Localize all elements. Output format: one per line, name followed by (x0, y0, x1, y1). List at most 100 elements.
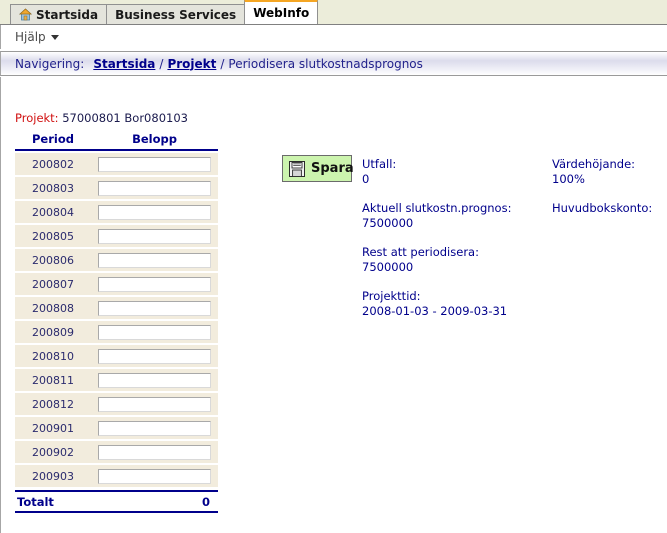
menu-item-hjalp[interactable]: Hjälp (15, 30, 59, 44)
table-row: 200802 (15, 153, 218, 175)
period-cell: 200808 (15, 297, 91, 319)
info-block: Huvudbokskonto: (552, 201, 667, 216)
period-cell: 200806 (15, 249, 91, 271)
belopp-cell (91, 345, 218, 367)
info-block: Värdehöjande: 100% (552, 157, 667, 187)
content-area: Projekt: 57000801 Bor080103 Period Belop… (0, 77, 667, 533)
info-key: Rest att periodisera: (362, 245, 479, 259)
chevron-down-icon (50, 34, 59, 40)
belopp-input[interactable] (98, 468, 211, 484)
belopp-cell (91, 225, 218, 247)
info-panel-left: Utfall: 0 Aktuell slutkostn.prognos: 750000… (362, 157, 542, 333)
tab-webinfo[interactable]: WebInfo (244, 0, 319, 24)
belopp-input[interactable] (98, 276, 211, 292)
period-cell: 200810 (15, 345, 91, 367)
belopp-cell (91, 153, 218, 175)
column-header-period: Period (32, 132, 74, 146)
belopp-input[interactable] (98, 348, 211, 364)
breadcrumb-separator: / (159, 56, 164, 71)
belopp-input[interactable] (98, 156, 211, 172)
belopp-input[interactable] (98, 252, 211, 268)
belopp-input[interactable] (98, 228, 211, 244)
menu-bar: Hjälp (0, 25, 667, 49)
table-header-row: Period Belopp (15, 132, 218, 151)
table-row: 200901 (15, 417, 218, 439)
tab-business-services[interactable]: Business Services (106, 4, 246, 24)
breadcrumb-current: Periodisera slutkostnadsprognos (228, 56, 423, 71)
column-header-belopp: Belopp (132, 132, 177, 146)
breadcrumb-separator: / (220, 56, 225, 71)
total-row: Totalt 0 (15, 490, 218, 513)
period-cell: 200811 (15, 369, 91, 391)
belopp-input[interactable] (98, 180, 211, 196)
tab-startsida[interactable]: Startsida (10, 4, 108, 24)
info-key: Projekttid: (362, 289, 421, 303)
table-row: 200903 (15, 465, 218, 487)
period-cell: 200902 (15, 441, 91, 463)
table-row: 200810 (15, 345, 218, 367)
table-row: 200804 (15, 201, 218, 223)
info-key: Huvudbokskonto: (552, 201, 653, 215)
belopp-cell (91, 465, 218, 487)
table-row: 200808 (15, 297, 218, 319)
period-cell: 200804 (15, 201, 91, 223)
belopp-input[interactable] (98, 324, 211, 340)
belopp-cell (91, 417, 218, 439)
info-block: Aktuell slutkostn.prognos: 7500000 (362, 201, 542, 231)
belopp-input[interactable] (98, 300, 211, 316)
info-value: 7500000 (362, 260, 414, 274)
period-cell: 200812 (15, 393, 91, 415)
belopp-cell (91, 369, 218, 391)
belopp-cell (91, 393, 218, 415)
table-row: 200812 (15, 393, 218, 415)
info-panel-right: Värdehöjande: 100% Huvudbokskonto: (552, 157, 667, 230)
period-cell: 200903 (15, 465, 91, 487)
info-value: 0 (362, 172, 370, 186)
total-label: Totalt (17, 494, 54, 509)
belopp-input[interactable] (98, 372, 211, 388)
belopp-input[interactable] (98, 444, 211, 460)
table-row: 200803 (15, 177, 218, 199)
period-cell: 200809 (15, 321, 91, 343)
period-cell: 200807 (15, 273, 91, 295)
table-row: 200806 (15, 249, 218, 271)
breadcrumb-label: Navigering: (15, 56, 85, 71)
info-key: Värdehöjande: (552, 157, 636, 171)
table-row: 200807 (15, 273, 218, 295)
project-info: Projekt: 57000801 Bor080103 (15, 111, 188, 125)
period-cell: 200901 (15, 417, 91, 439)
home-icon (19, 8, 32, 21)
info-block: Projekttid: 2008-01-03 - 2009-03-31 (362, 289, 542, 319)
menu-item-label: Hjälp (15, 30, 46, 44)
belopp-cell (91, 249, 218, 271)
belopp-cell (91, 297, 218, 319)
tab-label: Startsida (36, 7, 99, 22)
save-button[interactable]: Spara (282, 155, 354, 182)
total-value: 0 (201, 494, 210, 509)
belopp-input[interactable] (98, 204, 211, 220)
project-label: Projekt: (15, 111, 59, 125)
belopp-input[interactable] (98, 420, 211, 436)
info-key: Aktuell slutkostn.prognos: (362, 201, 512, 215)
save-floppy-icon (289, 160, 305, 177)
table-row: 200811 (15, 369, 218, 391)
tab-label: WebInfo (253, 6, 310, 20)
belopp-cell (91, 177, 218, 199)
table-body: 200802 200803 200804 200805 200806 200807 2008… (15, 153, 218, 487)
info-value: 100% (552, 172, 585, 186)
table-row: 200805 (15, 225, 218, 247)
period-table: Period Belopp 200802 200803 200804 200805 20… (15, 132, 218, 513)
tab-bar: Startsida Business Services WebInfo (0, 0, 667, 25)
project-value: 57000801 Bor080103 (62, 111, 188, 125)
belopp-cell (91, 201, 218, 223)
belopp-input[interactable] (98, 396, 211, 412)
breadcrumb-link-projekt[interactable]: Projekt (167, 57, 216, 71)
tab-label: Business Services (115, 7, 237, 22)
period-cell: 200803 (15, 177, 91, 199)
period-cell: 200802 (15, 153, 91, 175)
info-block: Utfall: 0 (362, 157, 542, 187)
breadcrumb-link-startsida[interactable]: Startsida (93, 57, 155, 71)
belopp-cell (91, 321, 218, 343)
table-row: 200902 (15, 441, 218, 463)
info-value: 7500000 (362, 216, 414, 230)
